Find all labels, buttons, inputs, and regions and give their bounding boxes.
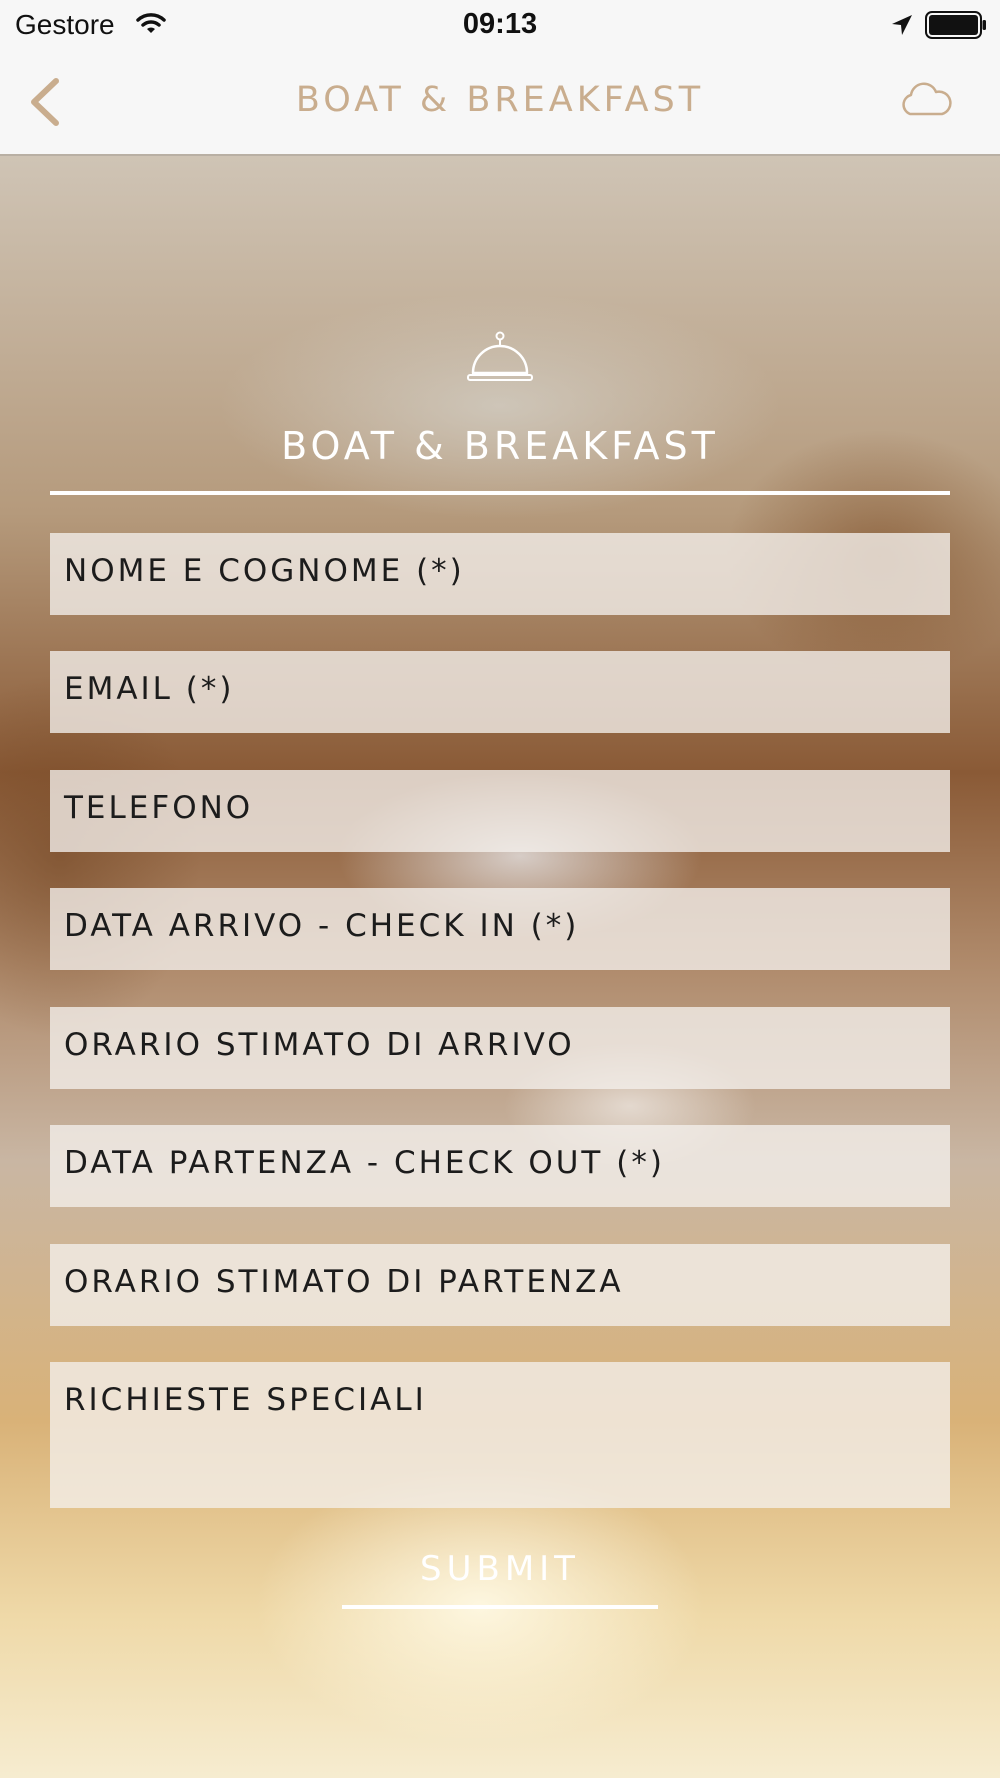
submit-label: SUBMIT bbox=[420, 1549, 580, 1589]
check-in-date-placeholder: DATA ARRIVO - CHECK IN (*) bbox=[64, 908, 580, 944]
title-divider bbox=[50, 491, 950, 495]
departure-time-placeholder: ORARIO STIMATO DI PARTENZA bbox=[64, 1264, 624, 1300]
blurred-cabin-background: BOAT & BREAKFAST NOME E COGNOME (*) EMAI… bbox=[0, 156, 1000, 1778]
submit-underline bbox=[342, 1605, 658, 1609]
check-in-date-field[interactable]: DATA ARRIVO - CHECK IN (*) bbox=[50, 888, 950, 970]
arrival-time-placeholder: ORARIO STIMATO DI ARRIVO bbox=[64, 1027, 575, 1063]
submit-button[interactable]: SUBMIT bbox=[342, 1541, 658, 1611]
departure-time-field[interactable]: ORARIO STIMATO DI PARTENZA bbox=[50, 1244, 950, 1326]
full-name-field[interactable]: NOME E COGNOME (*) bbox=[50, 533, 950, 615]
battery-icon bbox=[925, 11, 987, 44]
cloud-icon[interactable] bbox=[898, 82, 954, 122]
status-bar: Gestore 09:13 bbox=[0, 0, 1000, 50]
special-requests-placeholder: RICHIESTE SPECIALI bbox=[64, 1382, 427, 1418]
special-requests-field[interactable]: RICHIESTE SPECIALI bbox=[50, 1362, 950, 1508]
phone-field[interactable]: TELEFONO bbox=[50, 770, 950, 852]
full-name-placeholder: NOME E COGNOME (*) bbox=[64, 553, 465, 589]
location-arrow-icon bbox=[890, 13, 914, 42]
email-placeholder: EMAIL (*) bbox=[64, 671, 235, 707]
arrival-time-field[interactable]: ORARIO STIMATO DI ARRIVO bbox=[50, 1007, 950, 1089]
check-out-date-placeholder: DATA PARTENZA - CHECK OUT (*) bbox=[64, 1145, 665, 1181]
room-service-bell-icon bbox=[467, 331, 533, 387]
check-out-date-field[interactable]: DATA PARTENZA - CHECK OUT (*) bbox=[50, 1125, 950, 1207]
clock-time: 09:13 bbox=[462, 8, 538, 40]
navigation-bar: BOAT & BREAKFAST bbox=[0, 50, 1000, 156]
phone-placeholder: TELEFONO bbox=[64, 790, 254, 826]
email-field[interactable]: EMAIL (*) bbox=[50, 651, 950, 733]
form-title: BOAT & BREAKFAST bbox=[281, 424, 719, 468]
nav-title: BOAT & BREAKFAST bbox=[295, 80, 705, 120]
